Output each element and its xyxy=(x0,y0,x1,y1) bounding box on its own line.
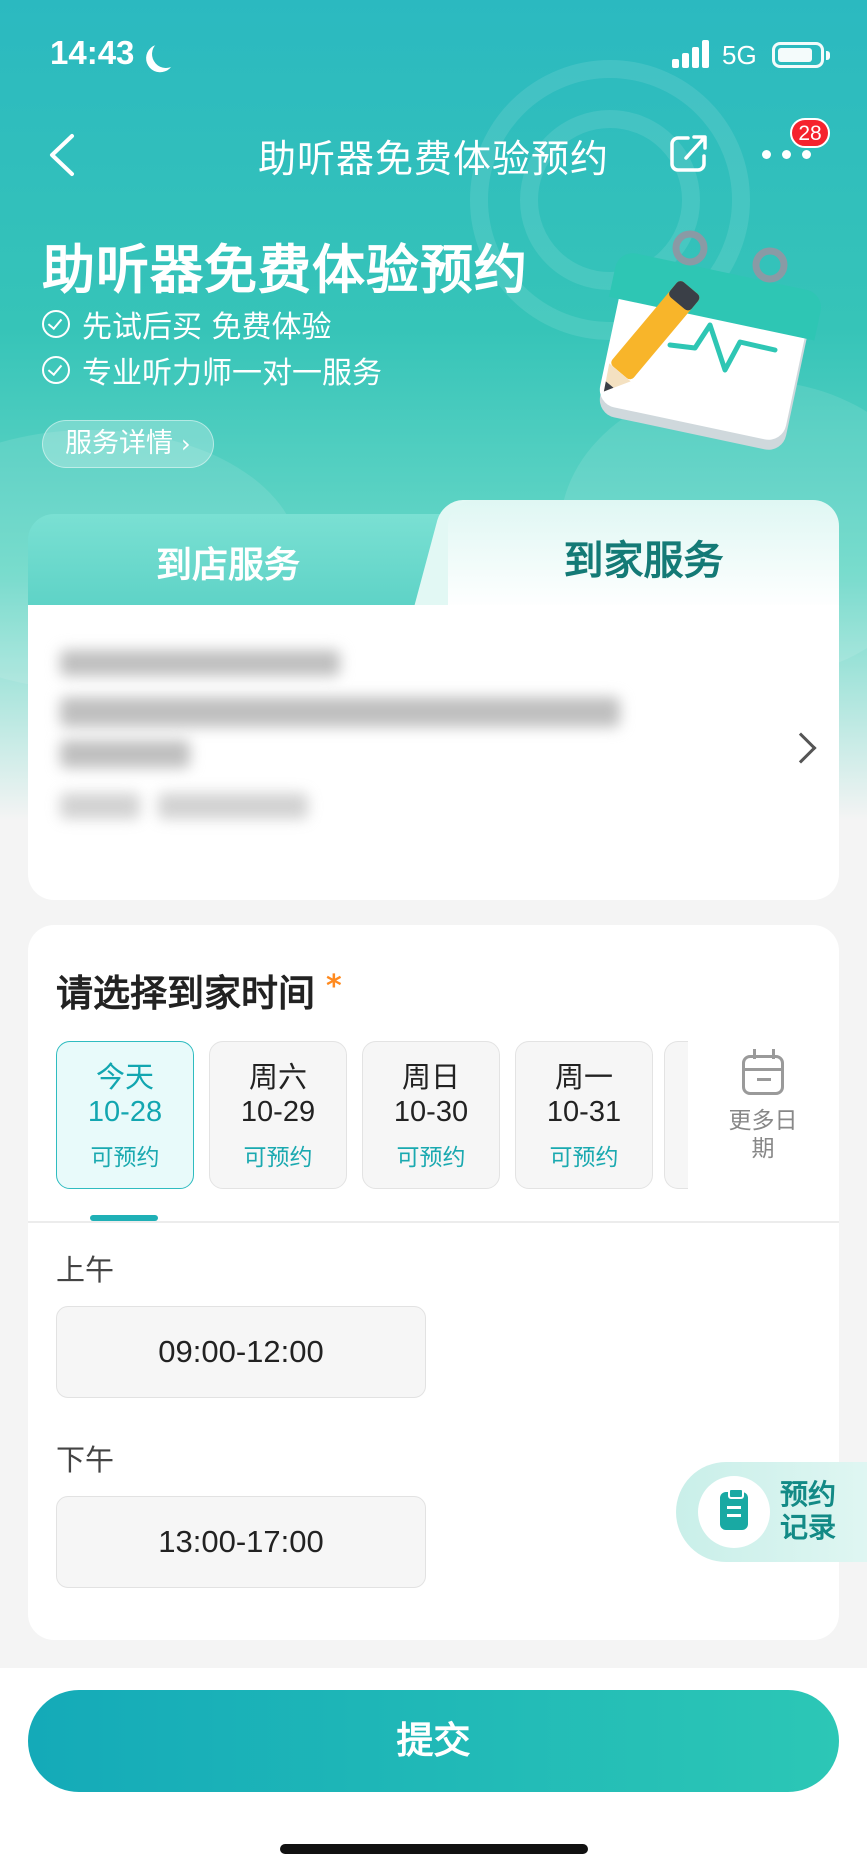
period-label-afternoon: 下午 xyxy=(56,1443,115,1477)
back-icon[interactable] xyxy=(44,132,84,178)
home-indicator xyxy=(280,1844,588,1854)
date-chip-status: 可预约 xyxy=(396,1145,466,1171)
date-chip-date: 10-30 xyxy=(393,1096,469,1128)
time-slot-morning[interactable]: 09:00-12:00 xyxy=(56,1306,426,1398)
date-chip[interactable]: 周日 10-30 可预约 xyxy=(362,1041,500,1189)
date-chip-status: 可预约 xyxy=(549,1145,619,1171)
period-label-morning: 上午 xyxy=(56,1253,115,1287)
signal-icon xyxy=(672,40,712,68)
check-circle-icon xyxy=(42,310,70,338)
more-icon[interactable] xyxy=(762,150,812,162)
share-icon[interactable] xyxy=(666,132,710,176)
date-chip-date: 10-31 xyxy=(546,1096,622,1128)
tab-home-service-label[interactable]: 到家服务 xyxy=(448,528,839,586)
feature-text: 专业听力师一对一服务 xyxy=(82,356,382,391)
date-chip-today[interactable]: 今天 10-28 可预约 xyxy=(56,1041,194,1189)
calendar-icon xyxy=(742,1049,784,1095)
moon-icon xyxy=(148,36,184,72)
date-chip-day: 今天 xyxy=(95,1060,154,1094)
date-chip-status: 可预约 xyxy=(90,1145,160,1171)
date-chip[interactable]: 周一 10-31 可预约 xyxy=(515,1041,653,1189)
section-title: 请选择到家时间 xyxy=(56,972,315,1015)
bottom-bar: 提交 xyxy=(0,1668,867,1876)
more-dates-label: 更多日期 xyxy=(728,1108,798,1162)
date-chip-day: 周日 xyxy=(401,1060,460,1094)
network-label: 5G xyxy=(722,40,757,70)
banner-title: 助听器免费体验预约 xyxy=(42,240,528,301)
chevron-right-icon: › xyxy=(181,430,191,458)
time-slot-afternoon[interactable]: 13:00-17:00 xyxy=(56,1496,426,1588)
date-chip-date: 10-29 xyxy=(240,1096,316,1128)
battery-icon xyxy=(772,42,830,68)
tab-store-service-label[interactable]: 到店服务 xyxy=(28,536,428,588)
submit-button[interactable]: 提交 xyxy=(28,1690,839,1792)
service-tabs: 到店服务 到家服务 xyxy=(28,500,839,610)
date-chip-date: 10-28 xyxy=(87,1096,163,1128)
nav-title: 助听器免费体验预约 xyxy=(257,137,609,181)
divider xyxy=(28,1221,839,1223)
service-detail-label: 服务详情 xyxy=(65,428,173,459)
required-mark: * xyxy=(326,969,342,1004)
contact-redacted xyxy=(60,793,140,819)
service-detail-button[interactable]: 服务详情 › xyxy=(42,420,214,468)
address-detail-redacted xyxy=(60,740,190,768)
chevron-right-icon xyxy=(785,732,817,764)
status-bar: 14:43 5G xyxy=(0,0,867,110)
check-circle-icon xyxy=(42,356,70,384)
booking-records-button[interactable]: 预约记录 xyxy=(676,1462,867,1562)
feature-text: 先试后买 免费体验 xyxy=(82,310,332,345)
feature-item: 专业听力师一对一服务 xyxy=(42,348,382,392)
date-chip-partial[interactable] xyxy=(664,1041,688,1189)
feature-item: 先试后买 免费体验 xyxy=(42,302,332,346)
address-card[interactable] xyxy=(28,605,839,900)
nav-bar: 助听器免费体验预约 28 xyxy=(0,110,867,200)
contact-redacted xyxy=(158,793,308,819)
clipboard-icon xyxy=(720,1488,748,1530)
booking-records-label: 预约记录 xyxy=(780,1478,837,1544)
date-chip-day: 周六 xyxy=(248,1060,307,1094)
status-time: 14:43 xyxy=(50,34,135,71)
notification-badge: 28 xyxy=(790,118,830,148)
record-icon-circle xyxy=(698,1476,770,1548)
date-chip-status: 可预约 xyxy=(243,1145,313,1171)
address-region-redacted xyxy=(60,650,340,676)
more-dates-button[interactable]: 更多日期 xyxy=(718,1049,808,1163)
date-chip[interactable]: 周六 10-29 可预约 xyxy=(209,1041,347,1189)
calendar-pencil-illustration xyxy=(599,230,821,450)
address-detail-redacted xyxy=(60,697,620,727)
date-chip-day: 周一 xyxy=(554,1060,613,1094)
